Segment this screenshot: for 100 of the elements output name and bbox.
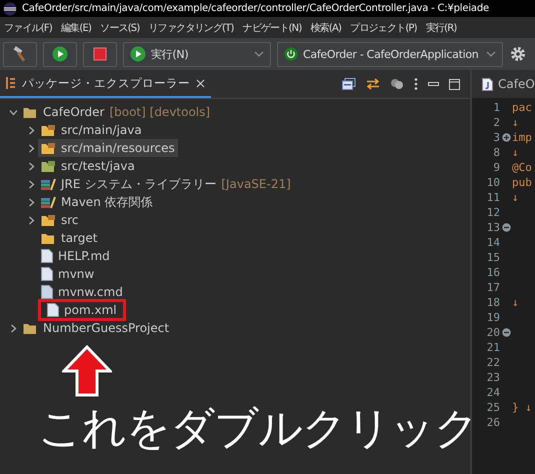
line-number: 12	[486, 206, 500, 219]
java-file-icon	[482, 78, 493, 90]
tree-item[interactable]: Maven 依存関係	[38, 193, 156, 211]
folder-icon	[41, 160, 56, 172]
code-text: pac	[512, 101, 532, 114]
menu-item[interactable]: 検索(A)	[306, 20, 346, 34]
tree-item[interactable]: target	[38, 229, 100, 247]
chevron-down-icon	[486, 51, 496, 57]
build-button[interactable]	[3, 42, 37, 66]
more-options-icon[interactable]	[414, 78, 418, 90]
tree-item[interactable]: CafeOrder [boot] [devtools]	[20, 103, 214, 121]
tree-item[interactable]: src/main/java	[38, 121, 145, 139]
selected-tree-item[interactable]: src/main/resources	[38, 139, 178, 157]
menu-item[interactable]: 編集(E)	[56, 20, 96, 34]
hammer-icon	[12, 46, 28, 62]
line-number: 10	[486, 176, 500, 189]
collapsed-chevron-icon[interactable]	[26, 126, 36, 134]
code-text: @Co	[512, 161, 532, 174]
line-number: 13	[486, 221, 500, 234]
line-number: 14	[486, 236, 500, 249]
collapse-all-icon[interactable]	[342, 78, 356, 90]
menu-item[interactable]: ソース(S)	[96, 20, 144, 34]
line-number: 26	[486, 416, 500, 429]
play-icon	[52, 46, 68, 62]
collapsed-chevron-icon[interactable]	[26, 180, 36, 188]
settings-icon[interactable]	[509, 45, 527, 63]
folder-icon	[41, 214, 56, 226]
line-number: 11	[486, 191, 500, 204]
tree-item[interactable]: mvnw.cmd	[38, 283, 126, 301]
highlight-frame[interactable]: pom.xml	[38, 299, 126, 321]
line-number: 21	[486, 341, 500, 354]
expand-fold-icon[interactable]	[502, 133, 510, 142]
chevron-down-icon	[254, 51, 264, 57]
menu-item[interactable]: 実行(R)	[422, 20, 462, 34]
menu-item[interactable]: ナビゲート(N)	[238, 20, 306, 34]
tree-item[interactable]: mvnw	[38, 265, 98, 283]
package-explorer-icon	[6, 77, 16, 89]
code-text: ↓	[512, 296, 519, 309]
menu-item[interactable]: リファクタリング(T)	[144, 20, 239, 34]
filter-icon[interactable]	[390, 78, 404, 90]
tree-item[interactable]: src/test/java	[38, 157, 138, 175]
maximize-icon[interactable]	[449, 78, 460, 90]
menu-item[interactable]: ファイル(F)	[0, 20, 57, 34]
folder-icon	[23, 322, 38, 334]
instruction-caption: これをダブルクリック	[38, 402, 478, 456]
line-number: 1	[492, 101, 500, 114]
stop-button[interactable]	[83, 42, 117, 66]
tree-item[interactable]: src	[38, 211, 82, 229]
line-number: 16	[486, 266, 500, 279]
line-number: 19	[486, 311, 500, 324]
expanded-chevron-icon[interactable]	[8, 108, 18, 116]
file-icon	[47, 303, 59, 317]
collapse-fold-icon[interactable]	[502, 223, 510, 232]
up-arrow-icon	[62, 345, 112, 397]
code-text: imp	[512, 131, 532, 144]
tree-item[interactable]: JRE システム・ライブラリー [JavaSE-21]	[38, 175, 294, 193]
launch-config-dropdown[interactable]: CafeOrder - CafeOrderApplication	[277, 42, 503, 66]
line-number: 24	[486, 386, 500, 399]
close-icon[interactable]	[196, 78, 205, 88]
collapsed-chevron-icon[interactable]	[26, 144, 36, 152]
line-number: 25	[486, 401, 500, 414]
line-number: 22	[486, 356, 500, 369]
power-icon	[284, 47, 298, 61]
code-text: ↓	[512, 116, 519, 129]
file-icon	[41, 285, 53, 299]
folder-icon	[41, 142, 56, 154]
file-icon	[41, 249, 53, 263]
play-icon	[130, 46, 146, 62]
line-number: 17	[486, 281, 500, 294]
code-text: ↓	[512, 191, 519, 204]
books-icon	[41, 178, 56, 190]
code-text: ↓	[512, 146, 519, 159]
collapsed-chevron-icon[interactable]	[26, 198, 36, 206]
books-icon	[41, 196, 56, 208]
minimize-icon[interactable]	[428, 82, 439, 86]
link-arrows-icon[interactable]	[366, 78, 380, 90]
menu-item[interactable]: プロジェクト(P)	[346, 20, 422, 34]
line-number: 8	[492, 146, 500, 159]
file-icon	[41, 267, 53, 281]
code-text: pub	[512, 176, 532, 189]
line-number: 23	[486, 371, 500, 384]
line-number: 20	[486, 326, 500, 339]
run-dropdown[interactable]: 実行(N)	[123, 42, 271, 66]
line-number: 2	[492, 116, 500, 129]
editor-tab[interactable]: CafeO	[472, 70, 535, 98]
tree-item[interactable]: HELP.md	[38, 247, 113, 265]
collapsed-chevron-icon[interactable]	[8, 324, 18, 332]
line-number: 15	[486, 251, 500, 264]
line-number: 18	[486, 296, 500, 309]
folder-icon	[23, 106, 38, 118]
tree-item[interactable]: NumberGuessProject	[20, 319, 172, 337]
collapsed-chevron-icon[interactable]	[26, 162, 36, 170]
folder-icon	[41, 124, 56, 136]
collapse-fold-icon[interactable]	[502, 328, 510, 337]
window-title: CafeOrder/src/main/java/com/example/cafeorder/controller/CafeOrderController.java - C:¥pleiade	[22, 3, 489, 14]
run-button[interactable]	[43, 42, 77, 66]
collapsed-chevron-icon[interactable]	[26, 216, 36, 224]
line-number: 9	[492, 161, 500, 174]
line-number: 3	[492, 131, 500, 144]
stop-icon	[93, 47, 107, 61]
